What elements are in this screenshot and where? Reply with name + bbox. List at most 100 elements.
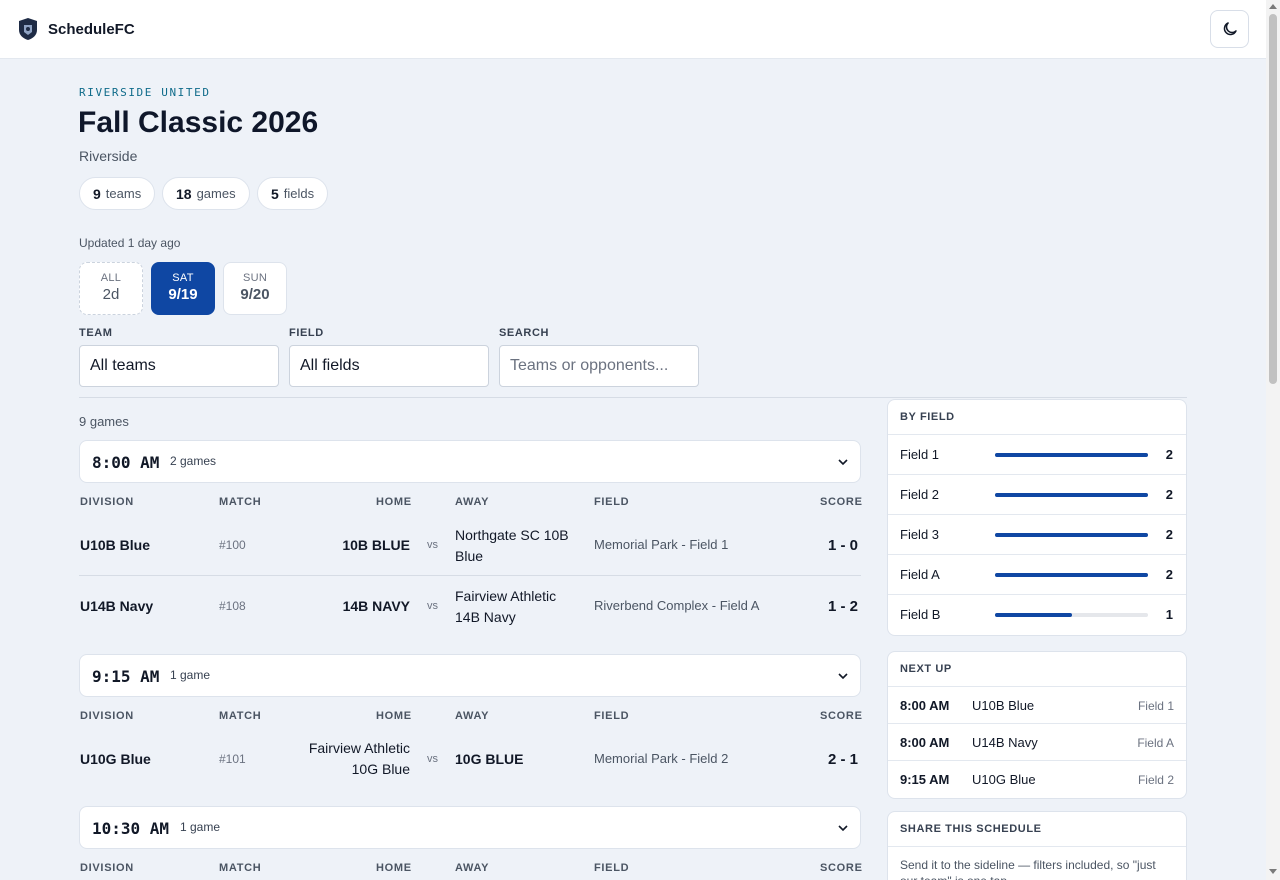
day-tab-sun[interactable]: SUN 9/20: [223, 262, 287, 315]
team-select[interactable]: All teams: [79, 345, 279, 387]
game-score: 1 - 0: [827, 537, 858, 554]
team-filter-label: TEAM: [79, 327, 113, 339]
day-value: 9/20: [240, 286, 270, 303]
col-match: MATCH: [219, 496, 262, 508]
slot-game-count: 1 game: [180, 820, 221, 834]
by-field-row[interactable]: Field A 2: [888, 555, 1186, 595]
col-home: HOME: [376, 710, 412, 722]
game-match-number: #100: [219, 538, 246, 552]
slot-time: 8:00 AM: [92, 453, 160, 472]
next-up-field: Field A: [1137, 736, 1174, 750]
page-scrollbar[interactable]: [1266, 0, 1280, 880]
game-field: Memorial Park - Field 1: [594, 537, 729, 552]
next-up-item[interactable]: 8:00 AM U10B Blue Field 1: [888, 687, 1186, 724]
by-field-list: Field 1 2 Field 2 2 Field 3 2 Field A 2 Field B 1: [888, 435, 1186, 635]
stat-label: fields: [283, 186, 315, 201]
time-slot-header[interactable]: 8:00 AM 2 games: [79, 440, 861, 483]
time-slot-header[interactable]: 10:30 AM 1 game: [79, 806, 861, 849]
chevron-down-icon: [838, 673, 848, 680]
next-up-time: 8:00 AM: [900, 698, 950, 713]
field-name: Field 2: [900, 487, 940, 502]
by-field-row[interactable]: Field 3 2: [888, 515, 1186, 555]
field-bar-track: [995, 493, 1148, 497]
games-count: 9 games: [79, 414, 129, 429]
col-field: FIELD: [594, 710, 630, 722]
col-match: MATCH: [219, 862, 262, 874]
next-up-field: Field 2: [1137, 773, 1174, 787]
field-bar-track: [995, 453, 1148, 457]
next-up-title: NEXT UP: [888, 652, 1186, 687]
col-field: FIELD: [594, 862, 630, 874]
game-home-team: Fairview Athletic: [308, 740, 410, 756]
brand-name[interactable]: ScheduleFC: [48, 21, 135, 38]
next-up-field: Field 1: [1137, 699, 1174, 713]
col-score: SCORE: [820, 862, 863, 874]
field-bar-track: [995, 533, 1148, 537]
field-name: Field B: [900, 607, 941, 622]
next-up-division: U10B Blue: [972, 698, 1035, 713]
scroll-thumb[interactable]: [1269, 14, 1277, 384]
field-bar-fill: [995, 613, 1072, 617]
chevron-down-icon: [838, 825, 848, 832]
shield-crest-icon[interactable]: [18, 17, 38, 41]
game-vs: vs: [427, 539, 438, 551]
game-division: U10G Blue: [80, 751, 151, 767]
stat-teams: 9 teams: [79, 177, 156, 210]
next-up-item[interactable]: 9:15 AM U10G Blue Field 2: [888, 761, 1186, 798]
col-division: DIVISION: [80, 496, 134, 508]
divider: [79, 397, 1187, 398]
next-up-division: U14B Navy: [972, 735, 1038, 750]
search-input[interactable]: Teams or opponents...: [499, 345, 699, 387]
col-division: DIVISION: [80, 862, 134, 874]
field-bar-fill: [995, 533, 1148, 537]
by-field-panel: BY FIELD Field 1 2 Field 2 2 Field 3 2 Field A…: [887, 399, 1187, 636]
slot-game-count: 1 game: [170, 668, 211, 682]
col-away: AWAY: [455, 710, 490, 722]
game-division: U10B Blue: [80, 537, 151, 553]
share-panel: SHARE THIS SCHEDULE Send it to the sidel…: [887, 811, 1187, 880]
stat-label: games: [196, 186, 236, 201]
updated-text: Updated 1 day ago: [79, 236, 181, 250]
col-home: HOME: [376, 496, 412, 508]
scroll-up-arrow[interactable]: [1269, 4, 1277, 9]
theme-toggle-button[interactable]: [1210, 10, 1249, 48]
time-slot-header[interactable]: 9:15 AM 1 game: [79, 654, 861, 697]
game-home-team-line2: 10G Blue: [351, 761, 410, 777]
field-name: Field 1: [900, 447, 940, 462]
game-away-team: Fairview Athletic: [455, 588, 557, 604]
game-away-team-line2: Blue: [455, 548, 484, 564]
by-field-row[interactable]: Field B 1: [888, 595, 1186, 635]
field-filter-label: FIELD: [289, 327, 324, 339]
next-up-item[interactable]: 8:00 AM U14B Navy Field A: [888, 724, 1186, 761]
stat-fields: 5 fields: [257, 177, 329, 210]
game-score: 2 - 1: [827, 751, 858, 768]
next-up-time: 9:15 AM: [900, 772, 950, 787]
stat-value: 5: [271, 185, 279, 202]
scroll-down-arrow[interactable]: [1269, 869, 1277, 874]
game-match-number: #108: [219, 599, 246, 613]
by-field-row[interactable]: Field 1 2: [888, 435, 1186, 475]
field-game-count: 1: [1165, 607, 1173, 622]
field-bar-track: [995, 613, 1148, 617]
day-tab-sat[interactable]: SAT 9/19: [151, 262, 215, 315]
game-field: Riverbend Complex - Field A: [594, 598, 760, 613]
top-bar: ScheduleFC: [0, 0, 1266, 59]
field-bar-fill: [995, 453, 1148, 457]
col-away: AWAY: [455, 496, 490, 508]
day-label: SAT: [172, 272, 194, 284]
slot-time: 10:30 AM: [92, 819, 170, 838]
share-description: Send it to the sideline — filters includ…: [900, 858, 1156, 880]
game-vs: vs: [427, 600, 438, 612]
game-field: Memorial Park - Field 2: [594, 751, 729, 766]
next-up-panel: NEXT UP 8:00 AM U10B Blue Field 1 8:00 A…: [887, 651, 1187, 799]
field-bar-fill: [995, 573, 1148, 577]
row-divider: [79, 575, 861, 576]
day-tab-all[interactable]: ALL 2d: [79, 262, 143, 315]
by-field-row[interactable]: Field 2 2: [888, 475, 1186, 515]
col-home: HOME: [376, 862, 412, 874]
field-game-count: 2: [1165, 567, 1173, 582]
game-vs: vs: [427, 753, 438, 765]
field-select[interactable]: All fields: [289, 345, 489, 387]
game-home-team: 10B BLUE: [342, 537, 410, 553]
next-up-time: 8:00 AM: [900, 735, 950, 750]
